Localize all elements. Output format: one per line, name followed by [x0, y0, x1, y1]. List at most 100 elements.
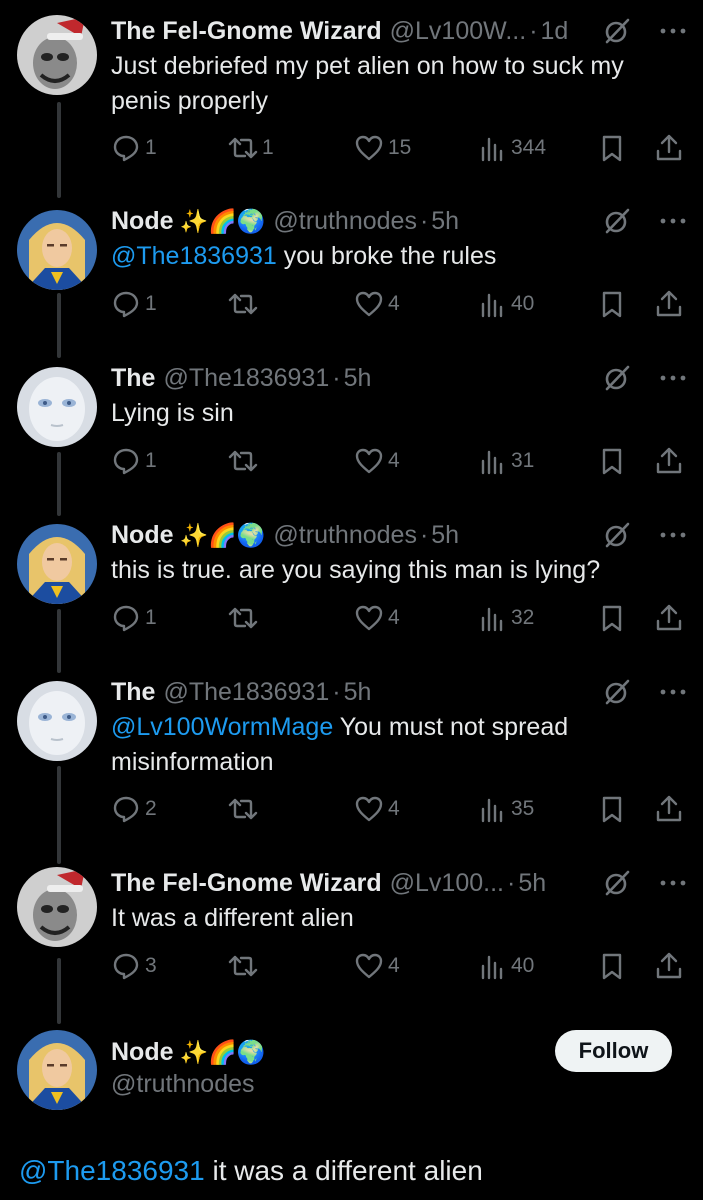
- display-name[interactable]: The Fel-Gnome Wizard: [111, 869, 382, 898]
- share-button[interactable]: [654, 288, 684, 320]
- handle[interactable]: @The1836931: [163, 364, 329, 393]
- pale-face-avatar-image: [17, 681, 97, 761]
- bookmark-icon: [602, 796, 622, 823]
- share-button[interactable]: [654, 793, 684, 825]
- reply-icon: [113, 135, 139, 162]
- avatar[interactable]: [17, 15, 97, 95]
- views-button[interactable]: 32: [477, 602, 534, 634]
- reply-button[interactable]: 2: [111, 793, 157, 825]
- grok-icon[interactable]: [603, 869, 631, 897]
- timestamp[interactable]: 5h: [344, 364, 372, 393]
- share-button[interactable]: [654, 445, 684, 477]
- separator-dot: ·: [419, 520, 429, 549]
- bookmark-button[interactable]: [597, 288, 627, 320]
- tweet-body: It was a different alien: [111, 904, 354, 932]
- views-button[interactable]: 35: [477, 793, 534, 825]
- display-name[interactable]: The Fel-Gnome Wizard: [111, 17, 382, 46]
- bookmark-button[interactable]: [597, 602, 627, 634]
- reply-button[interactable]: 1: [111, 288, 157, 320]
- bookmark-button[interactable]: [597, 445, 627, 477]
- avatar[interactable]: [17, 367, 97, 447]
- bookmark-icon: [602, 605, 622, 632]
- grok-icon[interactable]: [603, 207, 631, 235]
- avatar[interactable]: [17, 210, 97, 290]
- reply-count: 1: [145, 606, 157, 629]
- handle[interactable]: @Lv100W...: [390, 17, 527, 46]
- like-count: 15: [388, 136, 412, 159]
- like-button[interactable]: 4: [354, 602, 400, 634]
- separator-dot: ·: [332, 363, 341, 392]
- repost-button[interactable]: [228, 602, 262, 634]
- like-button[interactable]: 4: [354, 288, 400, 320]
- bookmark-button[interactable]: [597, 950, 627, 982]
- more-options-icon[interactable]: [657, 521, 689, 549]
- handle[interactable]: @truthnodes: [273, 521, 417, 550]
- name-emoji: ✨🌈🌍: [179, 207, 266, 234]
- avatar[interactable]: [17, 1030, 97, 1110]
- display-name[interactable]: Node: [111, 521, 174, 550]
- views-chart-icon: [481, 137, 503, 162]
- display-name[interactable]: Node: [111, 207, 174, 236]
- avatar[interactable]: [17, 867, 97, 947]
- display-name[interactable]: The: [111, 678, 155, 707]
- more-options-icon[interactable]: [657, 869, 689, 897]
- share-button[interactable]: [654, 602, 684, 634]
- reply-count: 2: [145, 797, 157, 820]
- mention-link[interactable]: @The1836931: [111, 242, 277, 270]
- tweet-text: Lying is sin: [111, 396, 681, 431]
- mention-link[interactable]: @Lv100WormMage: [111, 713, 333, 741]
- timestamp[interactable]: 5h: [518, 869, 546, 898]
- timestamp[interactable]: 5h: [431, 521, 459, 550]
- mention-link[interactable]: @The1836931: [19, 1155, 205, 1186]
- views-button[interactable]: 31: [477, 445, 534, 477]
- more-options-icon[interactable]: [657, 364, 689, 392]
- handle[interactable]: @The1836931: [163, 678, 329, 707]
- tweet-text: @The1836931 you broke the rules: [111, 239, 681, 274]
- avatar[interactable]: [17, 524, 97, 604]
- share-icon: [656, 290, 682, 317]
- display-name[interactable]: Node: [111, 1038, 174, 1067]
- repost-button[interactable]: [228, 793, 262, 825]
- repost-icon: [228, 955, 258, 977]
- handle[interactable]: @Lv100...: [390, 869, 504, 898]
- grok-icon[interactable]: [603, 521, 631, 549]
- like-button[interactable]: 4: [354, 950, 400, 982]
- grok-icon[interactable]: [603, 364, 631, 392]
- follow-button[interactable]: Follow: [555, 1030, 672, 1072]
- reply-button[interactable]: 1: [111, 445, 157, 477]
- timestamp[interactable]: 5h: [344, 678, 372, 707]
- views-button[interactable]: 40: [477, 288, 534, 320]
- views-chart-icon: [481, 450, 503, 475]
- grok-icon[interactable]: [603, 17, 631, 45]
- share-button[interactable]: [654, 950, 684, 982]
- views-button[interactable]: 40: [477, 950, 534, 982]
- reply-button[interactable]: 3: [111, 950, 157, 982]
- repost-button[interactable]: [228, 950, 262, 982]
- timestamp[interactable]: 1d: [541, 17, 569, 46]
- handle[interactable]: @truthnodes: [111, 1070, 255, 1099]
- more-options-icon[interactable]: [657, 678, 689, 706]
- handle[interactable]: @truthnodes: [273, 207, 417, 236]
- timestamp[interactable]: 5h: [431, 207, 459, 236]
- views-button[interactable]: 344: [477, 132, 546, 164]
- like-button[interactable]: 4: [354, 445, 400, 477]
- grok-icon[interactable]: [603, 678, 631, 706]
- bookmark-button[interactable]: [597, 132, 627, 164]
- like-button[interactable]: 15: [354, 132, 411, 164]
- share-icon: [656, 447, 682, 474]
- display-name[interactable]: The: [111, 364, 155, 393]
- avatar[interactable]: [17, 681, 97, 761]
- reply-icon: [113, 605, 139, 632]
- repost-button[interactable]: [228, 288, 262, 320]
- repost-button[interactable]: [228, 445, 262, 477]
- reply-button[interactable]: 1: [111, 132, 157, 164]
- tweet-header: The Fel-Gnome Wizard @Lv100W... · 1d: [111, 15, 568, 47]
- share-button[interactable]: [654, 132, 684, 164]
- more-options-icon[interactable]: [657, 17, 689, 45]
- bookmark-button[interactable]: [597, 793, 627, 825]
- more-options-icon[interactable]: [657, 207, 689, 235]
- repost-button[interactable]: 1: [228, 132, 274, 164]
- reply-button[interactable]: 1: [111, 602, 157, 634]
- like-button[interactable]: 4: [354, 793, 400, 825]
- node-avatar-image: [17, 524, 97, 604]
